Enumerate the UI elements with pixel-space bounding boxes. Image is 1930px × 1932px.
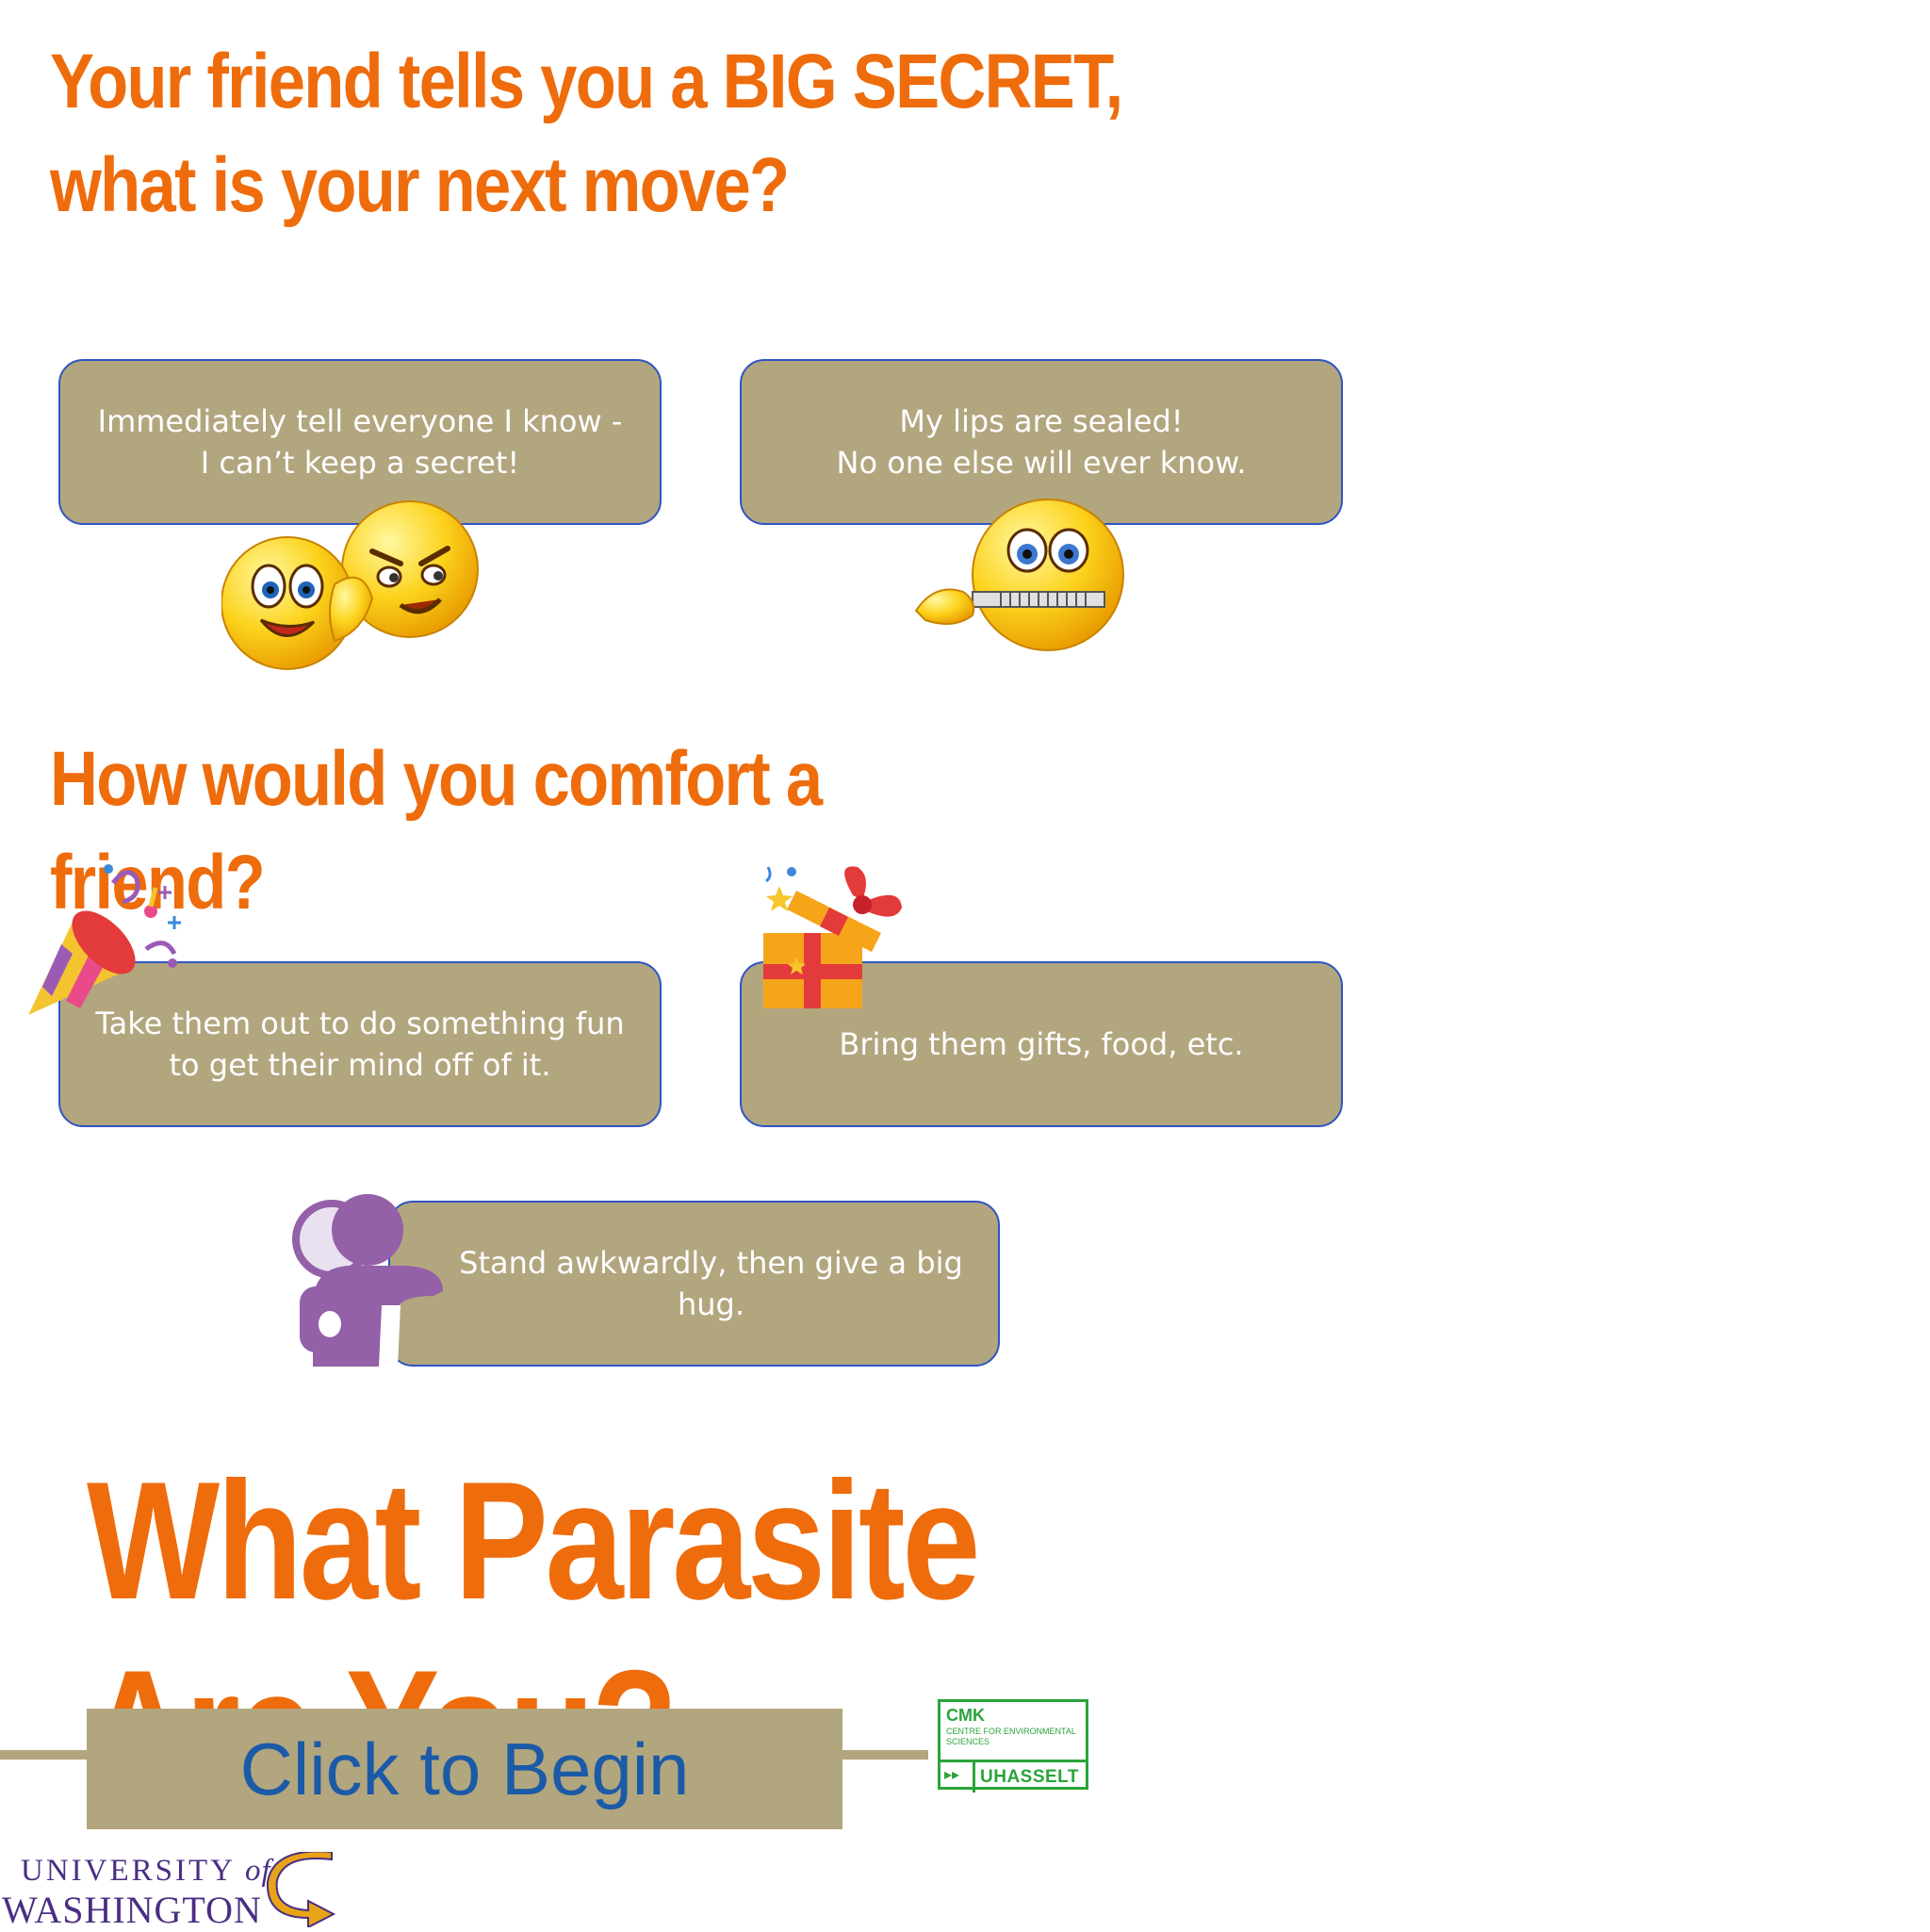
cmk-logo-divider bbox=[973, 1762, 975, 1793]
begin-button[interactable]: Click to Begin bbox=[87, 1709, 842, 1829]
hug-icon bbox=[292, 1194, 443, 1367]
uw-logo-line1: UNIVERSITY of bbox=[21, 1854, 271, 1888]
fast-forward-icon: ▸▸ bbox=[944, 1765, 960, 1783]
gift-box-icon bbox=[763, 866, 902, 1008]
uw-logo-line2: WASHINGTON bbox=[2, 1889, 262, 1931]
whispering-emoji-icon bbox=[221, 500, 479, 670]
option-give-hug[interactable]: Stand awkwardly, then give a big hug. bbox=[388, 1201, 1000, 1367]
cmk-logo-subtitle: CENTRE FOR ENVIRONMENTAL SCIENCES bbox=[946, 1727, 1076, 1746]
cmk-logo-bottom-bar: ▸▸ UHASSELT bbox=[940, 1760, 1086, 1793]
cmk-logo-title: CMK bbox=[946, 1706, 985, 1725]
begin-button-line-left bbox=[0, 1750, 87, 1760]
zipped-mouth-emoji-icon bbox=[914, 499, 1124, 651]
university-of-washington-logo: UNIVERSITY of WASHINGTON bbox=[0, 1852, 358, 1931]
curved-arrow-icon bbox=[266, 1852, 336, 1927]
begin-button-line-right bbox=[842, 1750, 928, 1760]
cmk-uhasselt-logo: CMK CENTRE FOR ENVIRONMENTAL SCIENCES ▸▸… bbox=[938, 1699, 1088, 1793]
question-1-title: Your friend tells you a BIG SECRET, what… bbox=[50, 39, 1123, 228]
party-popper-icon bbox=[28, 864, 181, 1015]
uhasselt-label: UHASSELT bbox=[980, 1767, 1079, 1787]
